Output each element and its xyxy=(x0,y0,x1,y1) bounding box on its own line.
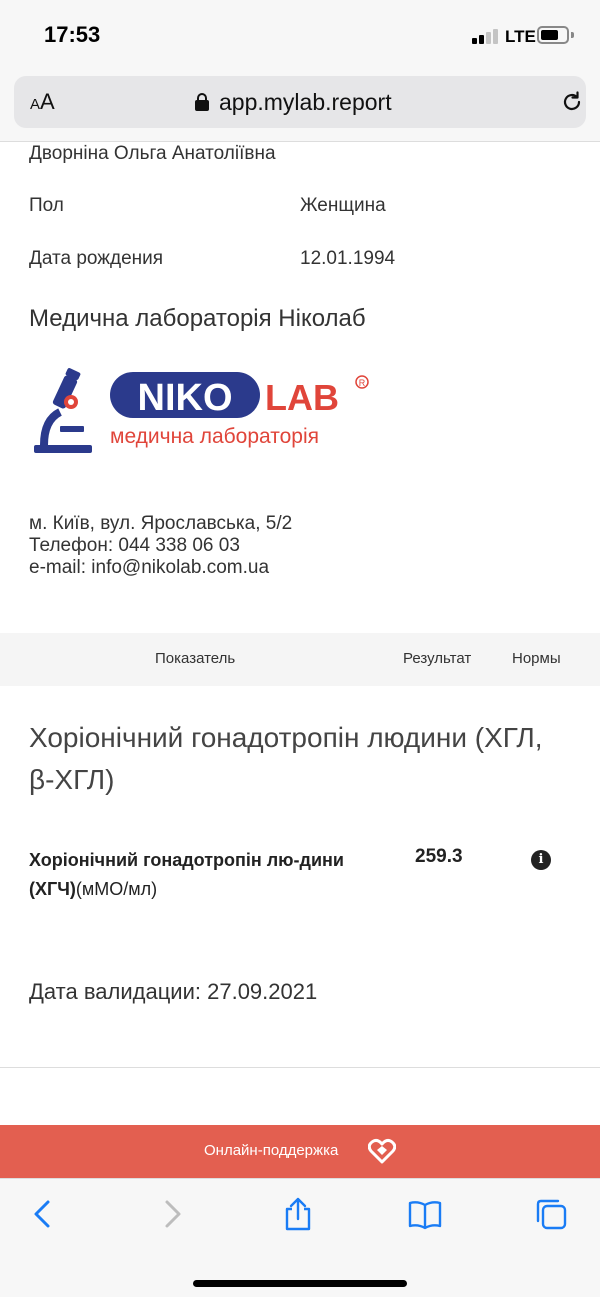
battery-icon xyxy=(537,26,569,44)
browser-toolbar xyxy=(0,1178,600,1297)
url-text[interactable]: app.mylab.report xyxy=(219,89,392,116)
lock-icon xyxy=(195,93,209,111)
validation-date: Дата валидации: 27.09.2021 xyxy=(29,979,318,1004)
online-support-label: Онлайн-поддержка xyxy=(204,1142,339,1159)
status-time: 17:53 xyxy=(44,22,101,47)
lab-phone[interactable]: Телефон: 044 338 06 03 xyxy=(29,535,292,557)
lab-contacts: м. Київ, вул. Ярославська, 5/2 Телефон: … xyxy=(29,513,292,579)
result-value: 259.3 xyxy=(415,846,463,867)
sex-value: Женщина xyxy=(300,195,386,216)
nikolab-logo: NIKO LAB R медична лабораторія xyxy=(34,368,369,453)
column-result: Результат xyxy=(403,650,472,667)
share-icon[interactable] xyxy=(281,1197,315,1231)
heart-chat-icon xyxy=(368,1138,396,1164)
address-bar[interactable]: AA app.mylab.report xyxy=(14,76,586,128)
indicator-unit: (мМО/мл) xyxy=(75,879,158,899)
indicator-name: Хоріонічний гонадотропін лю-дини (ХГЧ)(м… xyxy=(29,846,389,904)
home-indicator[interactable] xyxy=(193,1280,407,1287)
patient-name: Дворніна Ольга Анатоліївна xyxy=(29,143,276,164)
sex-label: Пол xyxy=(29,195,64,216)
lab-address: м. Київ, вул. Ярославська, 5/2 xyxy=(29,513,293,534)
column-indicator: Показатель xyxy=(155,650,236,667)
browser-address-area: AA app.mylab.report xyxy=(0,72,600,142)
birthdate-label: Дата рождения xyxy=(29,248,164,269)
book-icon[interactable] xyxy=(408,1197,442,1231)
logo-lab-text: LAB xyxy=(265,377,339,418)
tabs-icon[interactable] xyxy=(534,1197,568,1231)
logo-subtitle: медична лабораторія xyxy=(110,425,319,448)
reload-icon[interactable] xyxy=(560,90,584,114)
chevron-right-icon[interactable] xyxy=(155,1197,189,1231)
column-norms: Нормы xyxy=(512,650,561,667)
logo-niko-text: NIKO xyxy=(138,377,233,419)
microscope-icon xyxy=(34,368,92,453)
signal-strength-icon xyxy=(472,28,500,44)
results-table-header: Показатель Результат Нормы xyxy=(0,633,600,686)
test-section-title: Хоріонічний гонадотропін людини (ХГЛ, β-… xyxy=(29,722,543,795)
network-type: LTE xyxy=(505,27,536,46)
divider xyxy=(0,1067,600,1068)
chevron-left-icon[interactable] xyxy=(26,1197,60,1231)
svg-text:R: R xyxy=(359,378,366,388)
text-size-button[interactable]: AA xyxy=(30,89,55,115)
info-icon[interactable]: i xyxy=(531,850,551,870)
status-bar: 17:53 LTE xyxy=(0,0,600,72)
lab-title: Медична лабораторія Ніколаб xyxy=(29,305,366,332)
lab-email[interactable]: e-mail: info@nikolab.com.ua xyxy=(29,557,292,579)
birthdate-value: 12.01.1994 xyxy=(300,248,396,269)
online-support-button[interactable]: Онлайн-поддержка xyxy=(0,1125,600,1178)
